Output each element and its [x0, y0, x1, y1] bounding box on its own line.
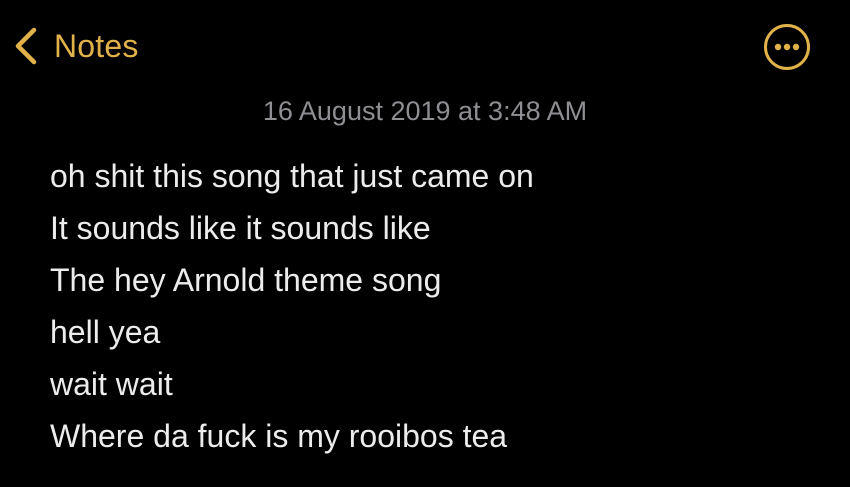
note-date: 16 August 2019 at 3:48 AM [262, 96, 588, 126]
note-line: hell yea [50, 314, 161, 350]
more-options-button[interactable] [762, 22, 812, 72]
navigation-bar: Notes [0, 0, 850, 90]
ellipsis-circle-icon [764, 24, 810, 70]
note-line: wait wait [50, 366, 173, 402]
note-line: It sounds like it sounds like [50, 210, 431, 246]
note-line: oh shit this song that just came on [50, 158, 534, 194]
note-line: Where da fuck is my rooibos tea [50, 418, 508, 454]
note-line: The hey Arnold theme song [50, 262, 442, 298]
back-label: Notes [54, 27, 139, 64]
note-body[interactable]: oh shit this song that just came on It s… [50, 150, 830, 462]
back-button[interactable]: Notes [12, 24, 139, 68]
chevron-left-icon [12, 24, 40, 68]
